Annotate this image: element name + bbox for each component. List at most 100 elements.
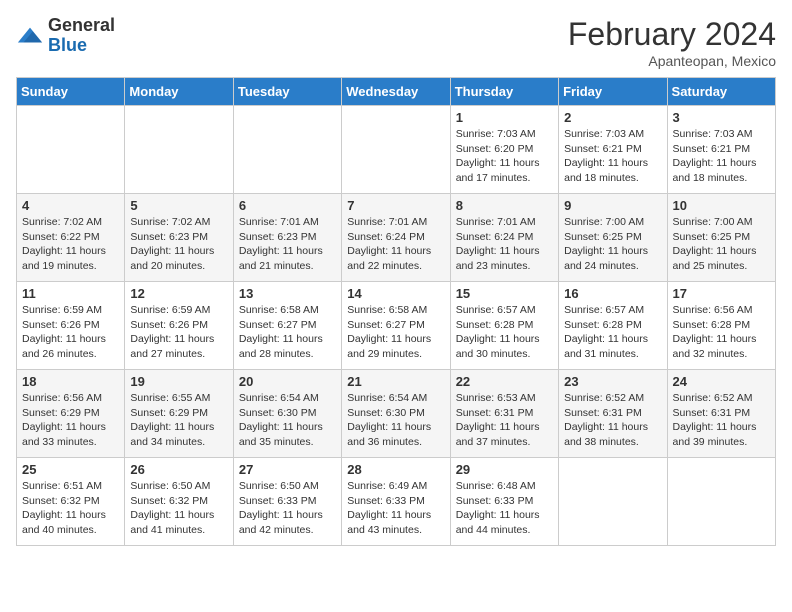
calendar-cell [17, 106, 125, 194]
day-info: Sunrise: 6:56 AMSunset: 6:28 PMDaylight:… [673, 303, 770, 362]
calendar-cell: 10 Sunrise: 7:00 AMSunset: 6:25 PMDayligh… [667, 194, 775, 282]
calendar-cell: 26Sunrise: 6:50 AMSunset: 6:32 PMDayligh… [125, 458, 233, 546]
calendar-cell: 17 Sunrise: 6:56 AMSunset: 6:28 PMDayligh… [667, 282, 775, 370]
calendar-week-row: 11 Sunrise: 6:59 AMSunset: 6:26 PMDayligh… [17, 282, 776, 370]
header-sunday: Sunday [17, 78, 125, 106]
day-info: Sunrise: 6:52 AMSunset: 6:31 PMDaylight:… [673, 391, 770, 450]
day-info: Sunrise: 6:57 AMSunset: 6:28 PMDaylight:… [456, 303, 553, 362]
calendar-cell: 1 Sunrise: 7:03 AMSunset: 6:20 PMDaylight… [450, 106, 558, 194]
day-info: Sunrise: 6:51 AMSunset: 6:32 PMDaylight:… [22, 479, 119, 538]
logo-icon [16, 22, 44, 50]
logo-text: General Blue [48, 16, 115, 56]
day-info: Sunrise: 6:55 AMSunset: 6:29 PMDaylight:… [130, 391, 227, 450]
day-info: Sunrise: 6:53 AMSunset: 6:31 PMDaylight:… [456, 391, 553, 450]
page-header: General Blue February 2024 Apanteopan, M… [16, 16, 776, 69]
calendar-week-row: 25 Sunrise: 6:51 AMSunset: 6:32 PMDayligh… [17, 458, 776, 546]
day-number: 25 [22, 462, 119, 477]
day-info: Sunrise: 6:58 AMSunset: 6:27 PMDaylight:… [347, 303, 444, 362]
day-info: Sunrise: 6:49 AMSunset: 6:33 PMDaylight:… [347, 479, 444, 538]
day-info: Sunrise: 7:01 AMSunset: 6:24 PMDaylight:… [347, 215, 444, 274]
day-info: Sunrise: 6:57 AMSunset: 6:28 PMDaylight:… [564, 303, 661, 362]
calendar-cell: 11 Sunrise: 6:59 AMSunset: 6:26 PMDayligh… [17, 282, 125, 370]
day-info: Sunrise: 7:02 AMSunset: 6:23 PMDaylight:… [130, 215, 227, 274]
logo: General Blue [16, 16, 115, 56]
day-number: 17 [673, 286, 770, 301]
day-info: Sunrise: 7:00 AMSunset: 6:25 PMDaylight:… [673, 215, 770, 274]
day-number: 7 [347, 198, 444, 213]
calendar-week-row: 4 Sunrise: 7:02 AMSunset: 6:22 PMDaylight… [17, 194, 776, 282]
title-area: February 2024 Apanteopan, Mexico [568, 16, 776, 69]
day-number: 8 [456, 198, 553, 213]
calendar-cell: 6 Sunrise: 7:01 AMSunset: 6:23 PMDaylight… [233, 194, 341, 282]
header-friday: Friday [559, 78, 667, 106]
calendar-cell: 13Sunrise: 6:58 AMSunset: 6:27 PMDayligh… [233, 282, 341, 370]
day-info: Sunrise: 7:01 AMSunset: 6:24 PMDaylight:… [456, 215, 553, 274]
header-monday: Monday [125, 78, 233, 106]
day-number: 5 [130, 198, 227, 213]
month-title: February 2024 [568, 16, 776, 53]
day-info: Sunrise: 7:03 AMSunset: 6:21 PMDaylight:… [673, 127, 770, 186]
day-number: 18 [22, 374, 119, 389]
location-subtitle: Apanteopan, Mexico [568, 53, 776, 69]
calendar-cell: 19Sunrise: 6:55 AMSunset: 6:29 PMDayligh… [125, 370, 233, 458]
day-info: Sunrise: 7:03 AMSunset: 6:21 PMDaylight:… [564, 127, 661, 186]
calendar-cell: 22 Sunrise: 6:53 AMSunset: 6:31 PMDayligh… [450, 370, 558, 458]
calendar-cell [667, 458, 775, 546]
day-info: Sunrise: 6:54 AMSunset: 6:30 PMDaylight:… [239, 391, 336, 450]
calendar-cell: 20 Sunrise: 6:54 AMSunset: 6:30 PMDayligh… [233, 370, 341, 458]
calendar-cell [233, 106, 341, 194]
day-number: 2 [564, 110, 661, 125]
day-number: 24 [673, 374, 770, 389]
day-number: 9 [564, 198, 661, 213]
day-number: 22 [456, 374, 553, 389]
day-info: Sunrise: 6:59 AMSunset: 6:26 PMDaylight:… [22, 303, 119, 362]
day-number: 28 [347, 462, 444, 477]
calendar-cell: 14Sunrise: 6:58 AMSunset: 6:27 PMDayligh… [342, 282, 450, 370]
day-number: 23 [564, 374, 661, 389]
calendar-cell: 8 Sunrise: 7:01 AMSunset: 6:24 PMDaylight… [450, 194, 558, 282]
day-number: 12 [130, 286, 227, 301]
day-info: Sunrise: 6:56 AMSunset: 6:29 PMDaylight:… [22, 391, 119, 450]
calendar-cell: 27Sunrise: 6:50 AMSunset: 6:33 PMDayligh… [233, 458, 341, 546]
calendar-week-row: 1 Sunrise: 7:03 AMSunset: 6:20 PMDaylight… [17, 106, 776, 194]
calendar-cell: 23 Sunrise: 6:52 AMSunset: 6:31 PMDayligh… [559, 370, 667, 458]
calendar-cell: 7 Sunrise: 7:01 AMSunset: 6:24 PMDaylight… [342, 194, 450, 282]
day-number: 15 [456, 286, 553, 301]
calendar-cell: 15 Sunrise: 6:57 AMSunset: 6:28 PMDayligh… [450, 282, 558, 370]
calendar-cell [559, 458, 667, 546]
day-info: Sunrise: 6:52 AMSunset: 6:31 PMDaylight:… [564, 391, 661, 450]
logo-general: General [48, 16, 115, 36]
header-wednesday: Wednesday [342, 78, 450, 106]
calendar-cell: 5 Sunrise: 7:02 AMSunset: 6:23 PMDaylight… [125, 194, 233, 282]
day-info: Sunrise: 6:59 AMSunset: 6:26 PMDaylight:… [130, 303, 227, 362]
day-number: 1 [456, 110, 553, 125]
calendar-cell: 16 Sunrise: 6:57 AMSunset: 6:28 PMDayligh… [559, 282, 667, 370]
day-info: Sunrise: 7:03 AMSunset: 6:20 PMDaylight:… [456, 127, 553, 186]
header-saturday: Saturday [667, 78, 775, 106]
day-number: 16 [564, 286, 661, 301]
day-info: Sunrise: 7:01 AMSunset: 6:23 PMDaylight:… [239, 215, 336, 274]
calendar-cell: 28 Sunrise: 6:49 AMSunset: 6:33 PMDayligh… [342, 458, 450, 546]
day-info: Sunrise: 7:02 AMSunset: 6:22 PMDaylight:… [22, 215, 119, 274]
day-number: 10 [673, 198, 770, 213]
calendar-cell [125, 106, 233, 194]
calendar-header-row: SundayMondayTuesdayWednesdayThursdayFrid… [17, 78, 776, 106]
day-number: 4 [22, 198, 119, 213]
calendar-cell: 29 Sunrise: 6:48 AMSunset: 6:33 PMDayligh… [450, 458, 558, 546]
day-number: 29 [456, 462, 553, 477]
calendar-week-row: 18 Sunrise: 6:56 AMSunset: 6:29 PMDayligh… [17, 370, 776, 458]
day-info: Sunrise: 6:54 AMSunset: 6:30 PMDaylight:… [347, 391, 444, 450]
calendar-cell: 3Sunrise: 7:03 AMSunset: 6:21 PMDaylight… [667, 106, 775, 194]
day-number: 6 [239, 198, 336, 213]
day-number: 11 [22, 286, 119, 301]
day-number: 26 [130, 462, 227, 477]
day-number: 21 [347, 374, 444, 389]
calendar-cell: 12 Sunrise: 6:59 AMSunset: 6:26 PMDayligh… [125, 282, 233, 370]
header-thursday: Thursday [450, 78, 558, 106]
day-number: 20 [239, 374, 336, 389]
calendar-cell: 9 Sunrise: 7:00 AMSunset: 6:25 PMDaylight… [559, 194, 667, 282]
calendar-cell: 25 Sunrise: 6:51 AMSunset: 6:32 PMDayligh… [17, 458, 125, 546]
day-info: Sunrise: 6:48 AMSunset: 6:33 PMDaylight:… [456, 479, 553, 538]
day-info: Sunrise: 7:00 AMSunset: 6:25 PMDaylight:… [564, 215, 661, 274]
calendar-table: SundayMondayTuesdayWednesdayThursdayFrid… [16, 77, 776, 546]
